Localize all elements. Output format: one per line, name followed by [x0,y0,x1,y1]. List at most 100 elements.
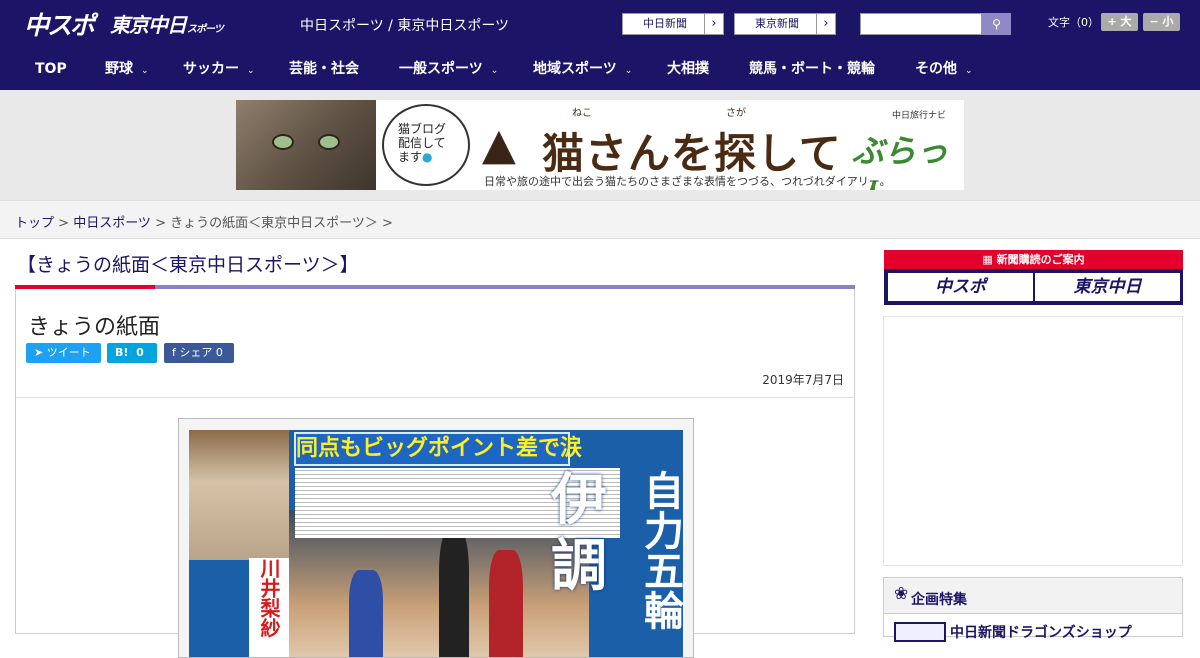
banner-title: 猫さんを探して [542,129,842,178]
chevron-down-icon: ⌄ [624,66,633,76]
main-nav: TOP 野球 ⌄ サッカー ⌄ 芸能・社会 一般スポーツ ⌄ 地域スポーツ ⌄ 大相撲 … [0,48,1200,90]
cat-silhouette-icon: ▲ [482,119,516,170]
cat-eye [272,134,294,150]
chevron-down-icon: ⌄ [247,66,255,76]
subscribe-chuspo-button[interactable]: 中スポ [888,273,1033,301]
article-date: 2019年7月7日 [762,373,844,387]
banner-area: 猫ブログ 配信して ます● ▲ ねこ さが 猫さんを探して 中日旅行ナビ ぶらっ… [0,90,1200,200]
tweet-label: ツイート [46,346,91,359]
logo-text: 東京中日 [110,13,187,37]
search-button[interactable]: ⚲ [982,13,1011,35]
wrestling-photo-small [189,430,289,560]
cat-blog-banner[interactable]: 猫ブログ 配信して ます● ▲ ねこ さが 猫さんを探して 中日旅行ナビ ぶらっ… [236,100,964,190]
arrow-right-icon: › [816,14,835,34]
nav-label: その他 [915,61,957,77]
facebook-share-button[interactable]: f シェア 0 [164,343,234,363]
nav-label: TOP [35,61,67,77]
nav-item-local-sports[interactable]: 地域スポーツ ⌄ [533,48,632,90]
font-size-decrease-button[interactable]: − 小 [1143,13,1180,31]
nav-item-sumo[interactable]: 大相撲 [667,48,709,90]
site-name[interactable]: 中日スポーツ / 東京中日スポーツ [300,15,509,35]
chevron-down-icon: ⌄ [141,66,149,76]
font-size-increase-button[interactable]: + 大 [1101,13,1138,31]
search-input[interactable] [860,13,982,35]
subscription-box: ▦ 新聞購読のご案内 中スポ 東京中日 [884,250,1183,305]
nav-label: 野球 [105,61,133,77]
speech-bubble: 猫ブログ 配信して ます● [382,104,470,186]
chuspo-logo[interactable]: 中スポ [24,6,95,42]
chunichi-shimbun-button[interactable]: 中日新聞 › [622,13,724,35]
subscribe-tokyo-chunichi-button[interactable]: 東京中日 [1035,273,1180,301]
tokyo-chunichi-logo[interactable]: 東京中日スポーツ [110,9,224,38]
referee-figure [439,530,469,657]
bubble-text: ます [398,150,423,164]
hatena-icon: B! [115,346,129,359]
chevron-down-icon: ⌄ [965,66,973,76]
newspaper-front: 同点もビッグポイント差で涙 伊調 自力五輪 川井梨紗 [189,430,683,657]
breadcrumb-separator: > [377,216,393,231]
twitter-icon: ➤ [34,346,44,359]
divider [16,397,854,398]
nav-item-top[interactable]: TOP [35,48,67,90]
cat-photo [236,100,376,190]
bubble-line: ます● [398,150,468,164]
nav-label: 大相撲 [667,61,709,77]
arrow-right-icon: › [704,14,723,34]
article-title: きょうの紙面 [28,315,161,340]
breadcrumb: トップ > 中日スポーツ > きょうの紙面＜東京中日スポーツ＞ > [15,212,393,231]
nav-item-soccer[interactable]: サッカー ⌄ [183,48,255,90]
facebook-count: 0 [215,346,223,359]
nav-label: 芸能・社会 [289,61,359,77]
nav-item-other[interactable]: その他 ⌄ [915,48,973,90]
newspaper-big-name: 伊調 [551,468,607,599]
ad-slot [883,316,1183,566]
wrestler-figure [349,570,383,657]
chevron-down-icon: ⌄ [490,66,499,76]
breadcrumb-section-link[interactable]: 中日スポーツ [73,216,151,231]
newspaper-icon: ▦ [982,253,993,266]
tokyo-shimbun-button[interactable]: 東京新聞 › [734,13,836,35]
logo-sub: スポーツ [187,24,224,35]
feature-title: 企画特集 [911,592,967,608]
facebook-label: シェア [179,346,213,359]
newspaper-page-image[interactable]: 同点もビッグポイント差で涙 伊調 自力五輪 川井梨紗 [178,418,694,658]
breadcrumb-home-link[interactable]: トップ [15,216,54,231]
nav-label: 競馬・ボート・競輪 [749,61,875,77]
subscription-title: ▦ 新聞購読のご案内 [884,250,1183,269]
breadcrumb-separator: > [54,216,74,231]
nav-item-general-sports[interactable]: 一般スポーツ ⌄ [399,48,498,90]
bubble-line: 猫ブログ [398,122,447,136]
search-icon: ⚲ [992,17,1001,31]
page-heading: 【きょうの紙面＜東京中日スポーツ＞】 [17,254,359,276]
paper-label: 東京新聞 [755,17,799,30]
nav-item-entertainment[interactable]: 芸能・社会 [289,48,359,90]
newspaper-red-headline: 川井梨紗 [249,558,289,657]
nav-label: 地域スポーツ [533,61,617,77]
banner-navi-label: 中日旅行ナビ [892,111,947,121]
wrestler-figure [489,550,523,657]
ribbon-icon: ❀ [894,584,909,604]
breadcrumb-bar: トップ > 中日スポーツ > きょうの紙面＜東京中日スポーツ＞ > [0,200,1200,239]
feature-box: ❀ 企画特集 中日新聞ドラゴンズショップ [883,577,1183,642]
tweet-button[interactable]: ➤ ツイート [26,343,101,363]
hatena-count: 0 [136,346,144,359]
font-size-label: 文字（0） [1048,16,1099,29]
hatena-bookmark-button[interactable]: B! 0 [107,343,157,363]
dragons-shop-link[interactable]: 中日新聞ドラゴンズショップ [950,622,1132,642]
feature-header: ❀ 企画特集 [884,578,1182,614]
paper-label: 中日新聞 [643,17,687,30]
paw-icon: ● [422,150,433,164]
banner-subtitle: 日常や旅の途中で出会う猫たちのさまざまな表情をつづる、つれづれダイアリー。 [484,175,891,188]
nav-item-baseball[interactable]: 野球 ⌄ [105,48,149,90]
newspaper-headline: 同点もビッグポイント差で涙 [294,432,582,466]
cat-eye [318,134,340,150]
nav-label: 一般スポーツ [399,61,483,77]
breadcrumb-current: きょうの紙面＜東京中日スポーツ＞ [170,216,378,231]
site-header: 中スポ 東京中日スポーツ 中日スポーツ / 東京中日スポーツ 中日新聞 › 東京新… [0,0,1200,48]
nav-item-racing[interactable]: 競馬・ボート・競輪 [749,48,875,90]
nav-label: サッカー [183,61,239,77]
newspaper-vertical-headline: 自力五輪 [621,430,683,657]
breadcrumb-separator: > [150,216,171,231]
facebook-icon: f [172,346,176,359]
dragons-shop-thumbnail[interactable] [894,622,946,642]
